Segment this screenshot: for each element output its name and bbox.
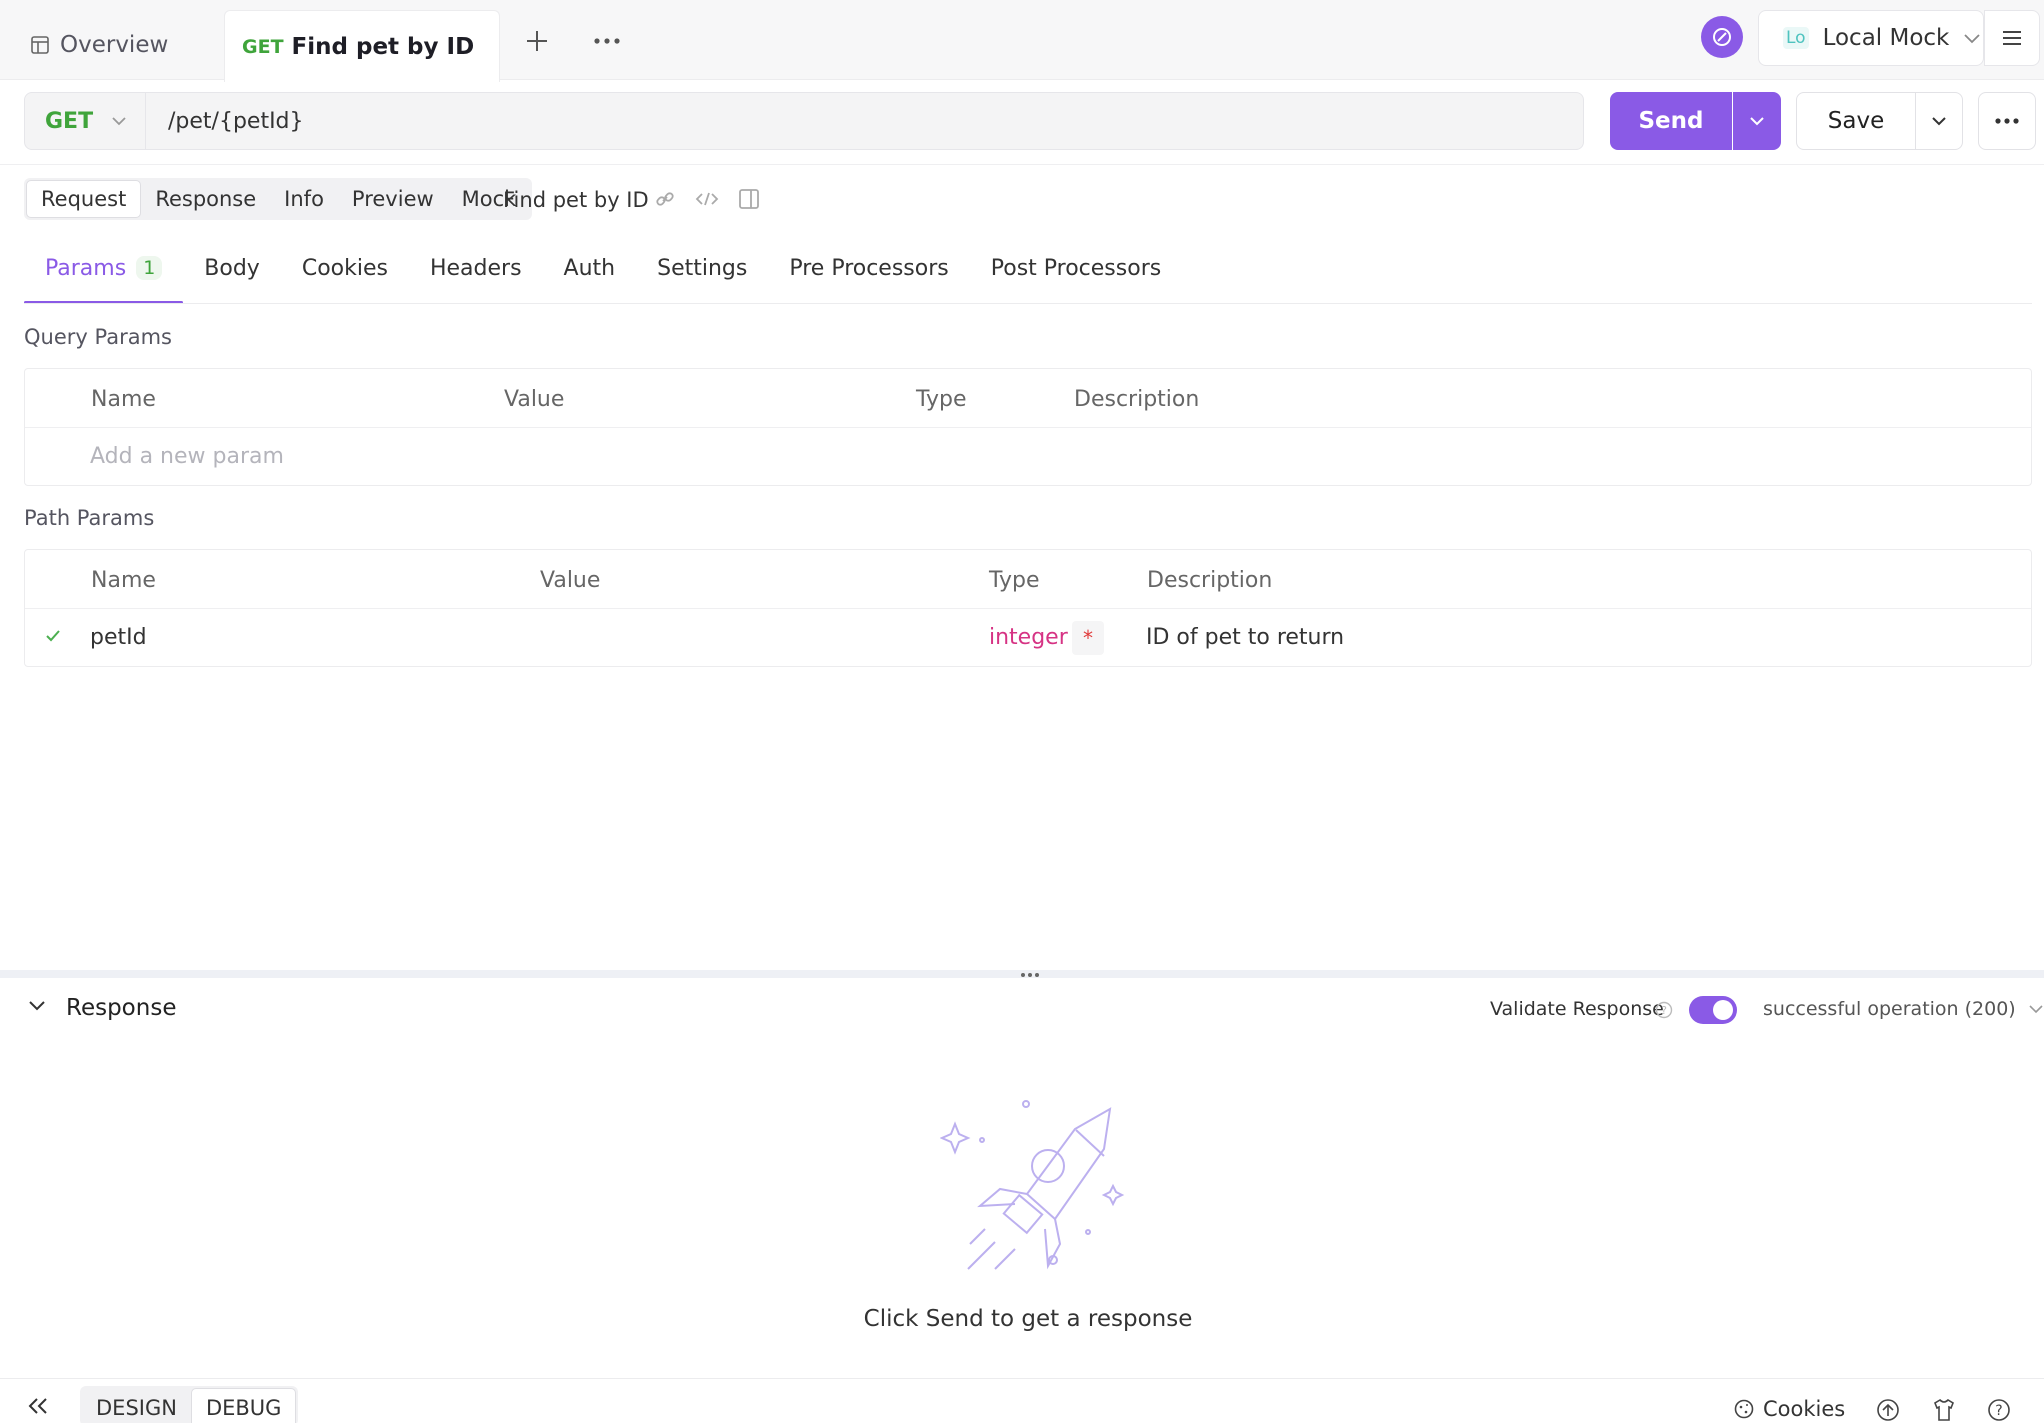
question-icon[interactable]: ? [1987,1398,2011,1422]
view-response[interactable]: Response [141,180,270,218]
mode-switcher: DESIGN DEBUG [80,1386,299,1423]
tab-find-pet-by-id[interactable]: GET Find pet by ID [224,10,500,82]
param-tabs: Params 1 Body Cookies Headers Auth Setti… [24,246,1182,304]
environment-name: Local Mock [1822,25,1950,51]
link-icon[interactable] [652,186,678,212]
chevron-down-icon [111,116,127,126]
view-preview[interactable]: Preview [338,180,448,218]
tab-body[interactable]: Body [183,246,281,304]
chevron-down-icon [1749,116,1765,126]
mode-design[interactable]: DESIGN [82,1388,191,1423]
response-title[interactable]: Response [66,995,176,1021]
send-options-button[interactable] [1733,92,1781,150]
upload-icon[interactable] [1876,1398,1900,1422]
save-button[interactable]: Save [1796,92,1916,150]
query-params-title: Query Params [24,325,172,349]
toggle-knob [1713,1000,1733,1020]
method-select[interactable]: GET [24,92,146,150]
chevron-down-icon [2028,1004,2044,1014]
chevron-down-icon[interactable] [28,1000,46,1012]
collapse-left-icon[interactable] [26,1396,50,1416]
overview-icon [30,35,50,55]
param-name[interactable]: petId [90,625,147,650]
column-header: Description [1147,568,1273,593]
params-count-badge: 1 [136,256,163,280]
column-header: Type [989,568,1040,593]
add-param-input[interactable]: Add a new param [90,444,284,469]
table-row: petId integer * ID of pet to return [25,609,2031,667]
resize-handle[interactable] [0,970,2044,978]
rocket-icon [940,1094,1130,1274]
empty-response-message: Click Send to get a response [863,1306,1193,1332]
query-params-table: Name Value Type Description Add a new pa… [24,368,2032,486]
tab-method-label: GET [242,35,284,58]
code-icon[interactable] [694,186,720,212]
param-type[interactable]: integer [989,625,1068,650]
send-label: Send [1638,108,1704,134]
status-select[interactable]: successful operation (200) [1763,998,2044,1020]
path-params-title: Path Params [24,506,155,530]
view-switcher: Request Response Info Preview Mock [24,178,533,220]
tab-auth[interactable]: Auth [543,246,637,304]
url-value: /pet/{petId} [168,108,304,134]
validate-response-label: Validate Response [1490,998,1664,1020]
tab-overview[interactable]: Overview [30,28,168,62]
tab-pre-processors[interactable]: Pre Processors [768,246,969,304]
environment-select[interactable]: Lo Local Mock [1758,10,1984,66]
cookies-button[interactable]: Cookies [1733,1397,1845,1421]
tab-params[interactable]: Params 1 [24,246,184,304]
method-value: GET [45,108,94,134]
status-select-value: successful operation (200) [1763,998,2016,1020]
chevron-down-icon [1931,116,1947,126]
hamburger-menu-icon[interactable] [1984,10,2040,66]
view-request[interactable]: Request [26,180,142,218]
cookies-label: Cookies [1763,1397,1846,1421]
more-dots-icon [1994,117,2020,125]
save-options-button[interactable] [1915,92,1963,150]
tab-title-label: Find pet by ID [291,33,475,60]
mode-debug[interactable]: DEBUG [190,1388,297,1423]
view-info[interactable]: Info [270,180,338,218]
sync-icon[interactable] [1701,16,1743,58]
more-dots-icon[interactable] [590,24,624,58]
column-header: Type [916,387,967,412]
svg-text:?: ? [1661,1004,1667,1017]
tab-headers[interactable]: Headers [409,246,543,304]
environment-badge: Lo [1783,27,1809,49]
api-name[interactable]: Find pet by ID [503,183,649,217]
divider [24,303,2032,304]
more-options-button[interactable] [1978,92,2036,150]
tab-params-label: Params [45,256,127,281]
param-description[interactable]: ID of pet to return [1146,625,1344,650]
tab-post-processors[interactable]: Post Processors [970,246,1182,304]
shirt-icon[interactable] [1932,1398,1956,1422]
chevron-down-icon [1963,32,1981,44]
required-marker[interactable]: * [1072,621,1104,655]
column-header: Name [91,568,156,593]
send-button[interactable]: Send [1610,92,1732,150]
validate-response-toggle[interactable] [1689,996,1737,1024]
tab-settings[interactable]: Settings [636,246,768,304]
divider [0,164,2044,165]
save-label: Save [1827,108,1885,134]
column-header: Value [540,568,601,593]
check-icon[interactable] [45,629,61,643]
tab-overview-label: Overview [60,32,169,58]
column-header: Name [91,387,156,412]
column-header: Value [504,387,565,412]
tab-cookies[interactable]: Cookies [281,246,409,304]
url-input[interactable]: /pet/{petId} [146,92,1584,150]
column-header: Description [1074,387,1200,412]
divider [25,427,2031,428]
svg-text:?: ? [1995,1403,2002,1419]
help-icon[interactable]: ? [1655,1001,1673,1019]
plus-icon[interactable] [520,24,554,58]
panel-icon[interactable] [736,186,762,212]
path-params-table: Name Value Type Description petId intege… [24,549,2032,667]
cookie-icon [1733,1398,1755,1420]
